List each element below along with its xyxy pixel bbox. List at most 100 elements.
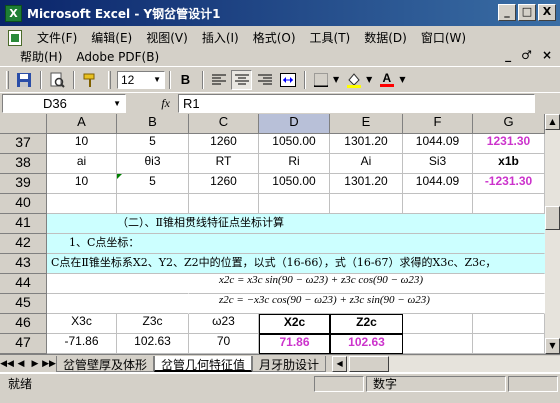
cell[interactable]: 1260 <box>189 174 259 194</box>
cell[interactable]: θi3 <box>117 154 189 174</box>
menu-data[interactable]: 数据(D) <box>357 29 414 46</box>
font-color-icon[interactable]: A <box>376 70 397 90</box>
restore-button[interactable]: □ <box>518 4 536 21</box>
menu-insert[interactable]: 插入(I) <box>195 29 246 46</box>
menu-help[interactable]: 帮助(H) <box>0 48 69 65</box>
scroll-left-icon[interactable]: ◀ <box>332 355 348 372</box>
row-header[interactable]: 38 <box>0 154 47 174</box>
section-heading-cell[interactable]: （二）、Ⅱ锥相贯线特征点坐标计算 <box>47 214 545 234</box>
cell[interactable]: Ri <box>259 154 330 174</box>
menu-view[interactable]: 视图(V) <box>139 29 195 46</box>
next-sheet-icon[interactable]: ▶ <box>28 359 42 369</box>
cell[interactable]: X2c <box>259 314 330 334</box>
doc-minimize-button[interactable]: _ <box>505 48 511 62</box>
doc-restore-button[interactable]: ♂ <box>521 48 532 62</box>
cell[interactable]: 1301.20 <box>330 134 403 154</box>
chevron-down-icon[interactable]: ▼ <box>333 75 339 84</box>
scroll-thumb[interactable] <box>349 355 390 372</box>
cell[interactable]: 1050.00 <box>259 134 330 154</box>
cell[interactable]: Z2c <box>330 314 403 334</box>
cell[interactable] <box>117 194 189 214</box>
vertical-scrollbar[interactable]: ▲ ▼ <box>545 114 560 354</box>
doc-close-button[interactable]: × <box>542 48 552 62</box>
formula-input[interactable]: R1 <box>178 94 535 113</box>
row-header[interactable]: 39 <box>0 174 47 194</box>
horizontal-scrollbar[interactable]: ◀ <box>332 355 560 372</box>
name-box[interactable]: D36 ▼ <box>2 94 126 113</box>
close-button[interactable]: X <box>538 4 556 21</box>
cell[interactable]: X3c <box>47 314 117 334</box>
scroll-thumb[interactable] <box>545 206 560 230</box>
column-header-a[interactable]: A <box>47 114 117 134</box>
cell[interactable]: Ai <box>330 154 403 174</box>
row-header[interactable]: 47 <box>0 334 47 354</box>
cell[interactable] <box>330 194 403 214</box>
formula-image-cell[interactable]: x2c = x3c sin(90 − ω23) + z3c cos(90 − ω… <box>189 274 545 294</box>
cell[interactable]: 5 <box>117 134 189 154</box>
workbook-icon[interactable] <box>8 29 22 46</box>
align-right-icon[interactable] <box>254 70 275 90</box>
cell[interactable]: 10 <box>47 174 117 194</box>
bold-button[interactable]: B <box>175 70 196 90</box>
align-center-icon[interactable] <box>231 69 252 90</box>
toolbar-grip[interactable] <box>108 70 111 89</box>
formula-image-cell[interactable]: z2c = −x3c cos(90 − ω23) + z3c sin(90 − … <box>189 294 545 314</box>
column-header-g[interactable]: G <box>473 114 545 134</box>
text-cell[interactable]: 1、C点坐标： <box>47 234 545 254</box>
row-header[interactable]: 42 <box>0 234 47 254</box>
cell[interactable]: RT <box>189 154 259 174</box>
column-header-f[interactable]: F <box>403 114 473 134</box>
cell[interactable]: 1231.30 <box>473 134 545 154</box>
menu-adobe-pdf[interactable]: Adobe PDF(B) <box>69 50 166 64</box>
menu-file[interactable]: 文件(F) <box>30 29 84 46</box>
sheet-tab-crescent-rib[interactable]: 月牙肋设计 <box>252 355 327 372</box>
cell[interactable]: 1301.20 <box>330 174 403 194</box>
row-header[interactable]: 46 <box>0 314 47 334</box>
cell[interactable] <box>189 194 259 214</box>
cell[interactable] <box>473 334 545 354</box>
menu-edit[interactable]: 编辑(E) <box>84 29 139 46</box>
cell[interactable] <box>473 314 545 334</box>
cell[interactable] <box>473 194 545 214</box>
cell[interactable]: 102.63 <box>330 334 403 354</box>
cell[interactable]: 5 <box>117 174 189 194</box>
cell[interactable]: -1231.30 <box>473 174 545 194</box>
minimize-button[interactable]: _ <box>498 4 516 21</box>
cell[interactable]: ai <box>47 154 117 174</box>
cell[interactable] <box>259 194 330 214</box>
row-header[interactable]: 37 <box>0 134 47 154</box>
cell[interactable]: -71.86 <box>47 334 117 354</box>
cell[interactable]: Si3 <box>403 154 473 174</box>
save-icon[interactable] <box>13 70 34 90</box>
row-header[interactable]: 45 <box>0 294 47 314</box>
cell[interactable] <box>47 274 189 294</box>
sheet-tab-geometry[interactable]: 岔管几何特征值 <box>154 355 253 372</box>
first-sheet-icon[interactable]: ◀◀ <box>0 359 14 369</box>
cell[interactable]: 1260 <box>189 134 259 154</box>
cell[interactable] <box>403 314 473 334</box>
row-header[interactable]: 44 <box>0 274 47 294</box>
excel-app-icon[interactable]: X <box>5 4 22 22</box>
format-painter-icon[interactable] <box>79 70 100 90</box>
scroll-down-icon[interactable]: ▼ <box>545 338 560 354</box>
text-cell[interactable]: C点在Ⅱ锥坐标系X2、Y2、Z2中的位置，以式（16-66），式（16-67）求… <box>47 254 545 274</box>
cell[interactable]: 10 <box>47 134 117 154</box>
scroll-up-icon[interactable]: ▲ <box>545 114 560 130</box>
column-header-e[interactable]: E <box>330 114 403 134</box>
chevron-down-icon[interactable]: ▼ <box>399 75 405 84</box>
cell[interactable]: Z3c <box>117 314 189 334</box>
cell[interactable] <box>403 194 473 214</box>
select-all-corner[interactable] <box>0 114 47 134</box>
cell[interactable]: 1044.09 <box>403 134 473 154</box>
last-sheet-icon[interactable]: ▶▶ <box>42 359 56 369</box>
toolbar-grip[interactable] <box>6 70 9 89</box>
cell[interactable] <box>403 334 473 354</box>
print-preview-icon[interactable] <box>46 70 67 90</box>
font-size-select[interactable]: 12 ▼ <box>117 70 165 89</box>
chevron-down-icon[interactable]: ▼ <box>366 75 372 84</box>
column-header-c[interactable]: C <box>189 114 259 134</box>
chevron-down-icon[interactable]: ▼ <box>113 99 121 108</box>
fx-icon[interactable]: fx <box>126 96 178 111</box>
row-header[interactable]: 41 <box>0 214 47 234</box>
column-header-b[interactable]: B <box>117 114 189 134</box>
